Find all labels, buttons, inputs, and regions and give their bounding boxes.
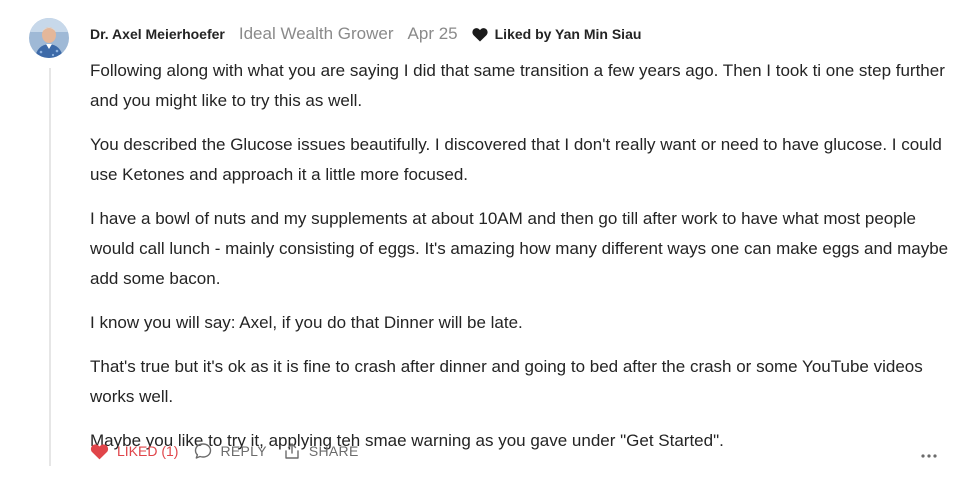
like-label: LIKED (1) bbox=[117, 443, 179, 459]
speech-bubble-icon bbox=[195, 443, 212, 459]
comment-paragraph: I know you will say: Axel, if you do tha… bbox=[90, 313, 523, 332]
more-options-button[interactable] bbox=[920, 446, 938, 464]
comment-date[interactable]: Apr 25 bbox=[408, 24, 458, 44]
comment-paragraph: I have a bowl of nuts and my supplements… bbox=[90, 209, 949, 288]
author-avatar[interactable] bbox=[29, 18, 69, 58]
heart-icon bbox=[472, 27, 488, 41]
thread-line bbox=[49, 68, 51, 466]
like-button[interactable]: LIKED (1) bbox=[90, 443, 178, 460]
author-name[interactable]: Dr. Axel Meierhoefer bbox=[90, 26, 225, 42]
liked-by-badge: Liked by Yan Min Siau bbox=[472, 26, 642, 42]
avatar-photo bbox=[29, 18, 69, 58]
comment-header: Dr. Axel Meierhoefer Ideal Wealth Grower… bbox=[90, 22, 641, 46]
reply-label: REPLY bbox=[220, 443, 267, 459]
share-label: SHARE bbox=[308, 443, 359, 459]
share-button[interactable]: SHARE bbox=[283, 442, 359, 460]
comment-paragraph: You described the Glucose issues beautif… bbox=[90, 135, 942, 184]
reply-button[interactable]: REPLY bbox=[194, 442, 267, 460]
publication-name[interactable]: Ideal Wealth Grower bbox=[239, 24, 394, 44]
ellipsis-icon bbox=[921, 454, 937, 458]
liked-by-text: Liked by Yan Min Siau bbox=[494, 26, 642, 42]
comment-paragraph: Following along with what you are saying… bbox=[90, 61, 945, 110]
comment-body: Following along with what you are saying… bbox=[90, 56, 950, 470]
comment-paragraph: That's true but it's ok as it is fine to… bbox=[90, 357, 923, 406]
share-upload-icon bbox=[285, 443, 299, 459]
comment-actions: LIKED (1) REPLY SHARE bbox=[90, 442, 375, 460]
heart-filled-icon bbox=[90, 443, 109, 459]
